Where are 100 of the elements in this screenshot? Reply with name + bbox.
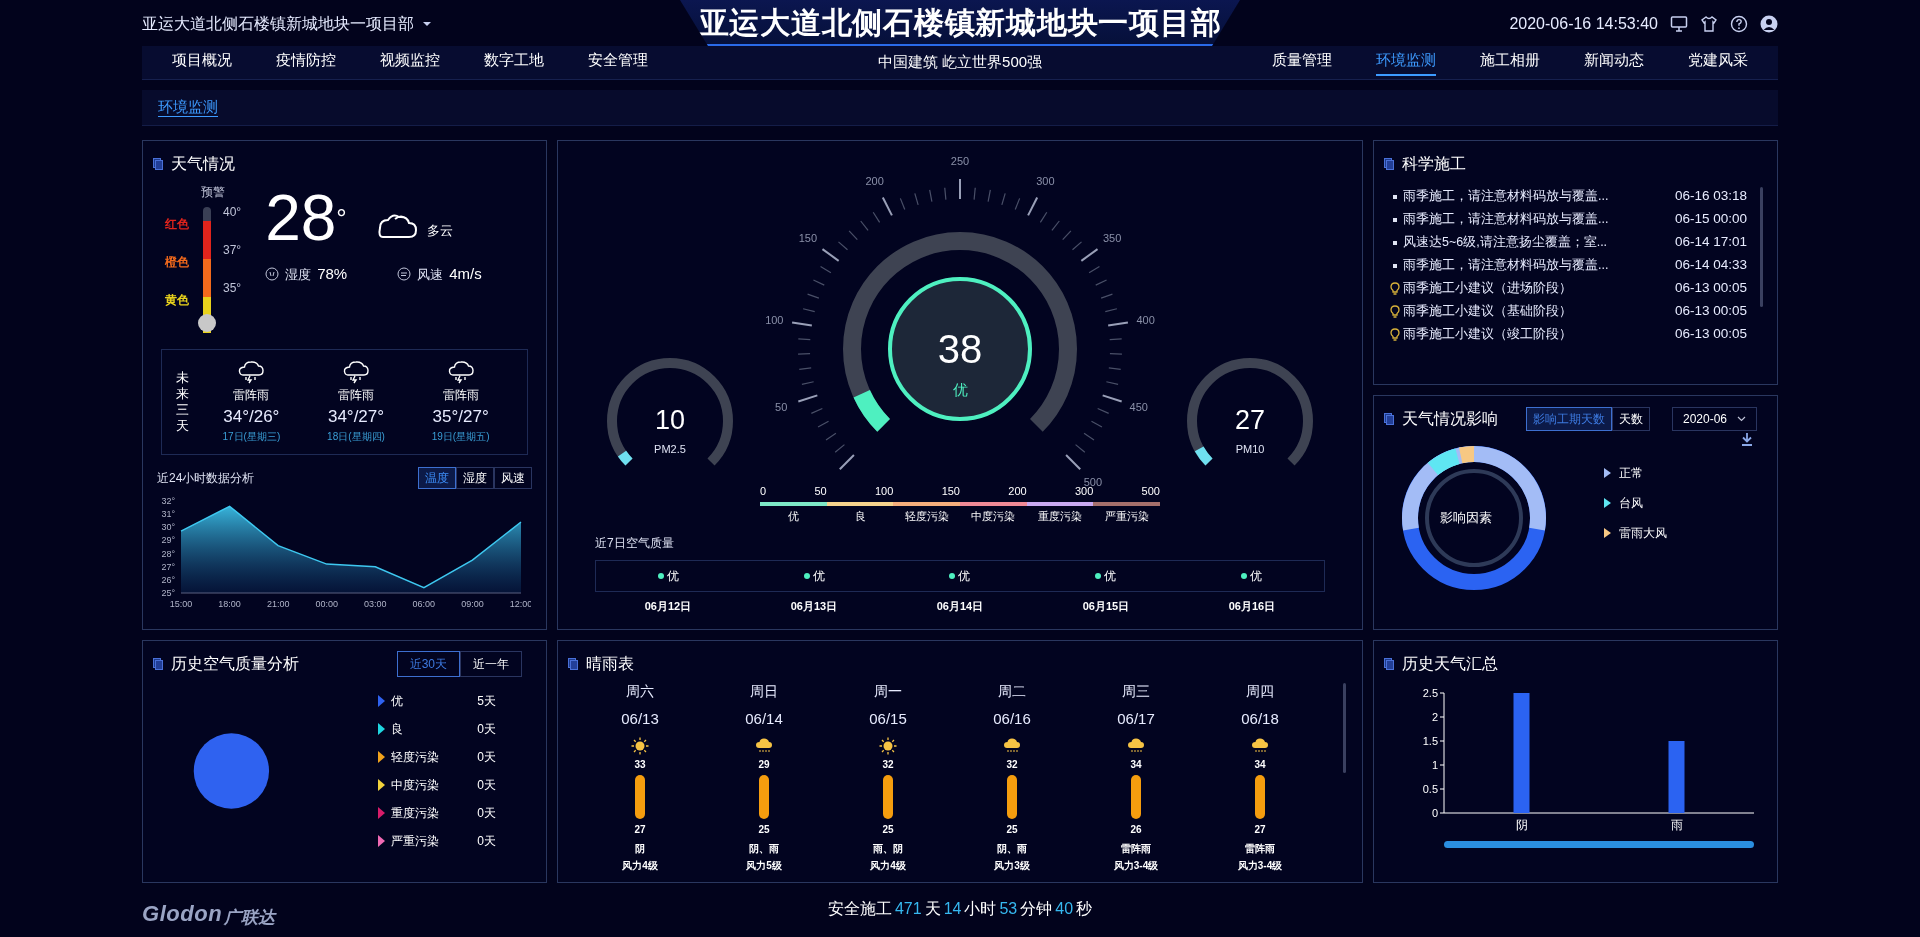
scrollbar[interactable] <box>1343 683 1346 773</box>
scale-tick: 0 <box>760 484 767 499</box>
toggle-button[interactable]: 影响工期天数 <box>1526 407 1612 431</box>
legend-marker <box>377 779 385 791</box>
legend-marker <box>377 695 385 707</box>
notice-item[interactable]: 风速达5~6级,请注意扬尘覆盖；室... 06-14 17:01 <box>1390 231 1747 254</box>
temperature-bar <box>759 774 769 819</box>
y-axis-label: 28° <box>161 548 175 559</box>
document-icon <box>1384 658 1394 670</box>
document-icon <box>153 658 163 670</box>
notice-item[interactable]: 雨季施工，请注意材料码放与覆盖... 06-15 00:00 <box>1390 208 1747 231</box>
gauge-tick-label: 450 <box>1129 401 1148 414</box>
nav-tab[interactable]: 环境监测 <box>1376 49 1436 76</box>
forecast-condition: 雷阵雨 <box>338 386 374 404</box>
subtitle: 中国建筑 屹立世界500强 <box>876 52 1044 73</box>
storm-cloud-icon <box>238 359 265 384</box>
nav-tab[interactable]: 数字工地 <box>484 49 544 76</box>
gauge-tick-label: 350 <box>1102 232 1122 245</box>
zoom-slider[interactable] <box>1444 841 1754 848</box>
x-axis-label: 09:00 <box>461 599 484 609</box>
rain-cloud-icon <box>755 736 773 755</box>
day-condition: 雷阵雨 <box>1121 841 1151 856</box>
nav-tab[interactable]: 新闻动态 <box>1584 49 1644 76</box>
high-temp: 32 <box>882 757 894 772</box>
pm-value: 10 <box>655 405 685 435</box>
gauge-tick-label: 50 <box>775 401 788 414</box>
panel-title: 历史天气汇总 <box>1402 654 1498 674</box>
temperature-bar <box>1255 774 1265 819</box>
day-date: 06月12日 <box>643 599 693 614</box>
range-tab[interactable]: 近30天 <box>396 651 460 677</box>
legend-marker <box>1604 468 1611 478</box>
alert-temp: 37° <box>223 242 242 259</box>
x-axis-label: 06:00 <box>412 599 436 609</box>
notice-item[interactable]: 雨季施工小建议（进场阶段） 06-13 00:05 <box>1390 277 1747 300</box>
y-axis-label: 0 <box>1431 807 1438 819</box>
alert-level-label: 橙色 <box>165 254 189 271</box>
user-avatar-icon[interactable] <box>1760 15 1778 33</box>
document-icon <box>153 158 163 170</box>
chart-tab[interactable]: 温度 <box>418 467 456 489</box>
weekday: 周日 <box>750 682 778 701</box>
notice-item[interactable]: 雨季施工小建议（竣工阶段） 06-13 00:05 <box>1390 323 1747 346</box>
low-temp: 26 <box>1130 822 1142 837</box>
chart-tab[interactable]: 湿度 <box>456 467 494 489</box>
notice-item[interactable]: 雨季施工，请注意材料码放与覆盖... 06-16 03:18 <box>1390 185 1747 208</box>
wind-level: 风力3级 <box>994 858 1030 873</box>
range-tab[interactable]: 近一年 <box>460 651 522 677</box>
month-select[interactable]: 2020-06 <box>1671 407 1757 431</box>
help-icon[interactable] <box>1730 15 1748 33</box>
project-select[interactable]: 亚运大道北侧石楼镇新城地块一项目部 <box>142 0 680 36</box>
monitor-icon[interactable] <box>1670 15 1688 33</box>
day-condition: 阴、雨 <box>749 841 779 856</box>
wind-level: 风力3-4级 <box>1237 858 1283 873</box>
warning-label: 预警 <box>201 184 226 201</box>
legend-label: 雷雨大风 <box>1619 525 1667 542</box>
y-axis-label: 25° <box>161 588 175 598</box>
grade-text: 优 <box>1104 568 1117 585</box>
shirt-icon[interactable] <box>1700 15 1718 33</box>
pm-label: PM10 <box>1235 443 1265 455</box>
temperature-bar <box>1131 774 1141 819</box>
aqi-value: 38 <box>937 327 983 371</box>
datetime: 2020-06-16 14:53:40 <box>1509 14 1658 34</box>
legend-marker <box>377 723 385 735</box>
x-axis-label: 阴 <box>1515 818 1528 832</box>
weekday: 周一 <box>874 682 902 701</box>
gauge-tick-label: 200 <box>865 175 884 188</box>
forecast-condition: 雷阵雨 <box>442 386 479 404</box>
nav-tab[interactable]: 视频监控 <box>380 49 440 76</box>
legend-marker <box>377 835 385 847</box>
current-temperature: 28$^{°}$ <box>265 183 347 253</box>
nav-tab[interactable]: 项目概况 <box>172 49 232 76</box>
scrollbar[interactable] <box>1760 187 1763 307</box>
alert-level-label: 红色 <box>165 216 189 233</box>
legend-label: 轻度污染 <box>390 749 439 766</box>
panel-title: 历史空气质量分析 <box>171 654 299 674</box>
high-temp: 29 <box>758 757 770 772</box>
lightbulb-icon <box>1390 305 1400 318</box>
nav-tab[interactable]: 党建风采 <box>1688 49 1748 76</box>
nav-tab[interactable]: 施工相册 <box>1480 49 1540 76</box>
notice-item[interactable]: 雨季施工，请注意材料码放与覆盖... 06-14 04:33 <box>1390 254 1747 277</box>
notice-item[interactable]: 雨季施工小建议（基础阶段） 06-13 00:05 <box>1390 300 1747 323</box>
breadcrumb-link[interactable]: 环境监测 <box>158 96 218 119</box>
legend-label: 优 <box>390 693 403 710</box>
toggle-button[interactable]: 天数 <box>1612 407 1650 431</box>
forecast-temps: 34°/27° <box>327 405 385 428</box>
download-icon[interactable] <box>1741 432 1753 446</box>
wind-level: 风力4级 <box>622 858 658 873</box>
legend-label: 重度污染 <box>390 805 439 822</box>
humidity-icon <box>265 267 280 282</box>
y-axis-label: 1.5 <box>1422 735 1438 747</box>
legend-marker <box>1604 528 1611 538</box>
wind-level: 风力4级 <box>870 858 906 873</box>
panel-title: 晴雨表 <box>586 654 634 674</box>
nav-tab[interactable]: 疫情防控 <box>276 49 336 76</box>
bullet-icon <box>1393 217 1397 222</box>
nav-tab[interactable]: 安全管理 <box>588 49 648 76</box>
y-axis-label: 2.5 <box>1422 687 1438 699</box>
storm-cloud-icon <box>343 359 369 384</box>
nav-tab[interactable]: 质量管理 <box>1272 49 1332 76</box>
chart-tab[interactable]: 风速 <box>494 467 532 489</box>
y-axis-label: 32° <box>161 496 175 506</box>
